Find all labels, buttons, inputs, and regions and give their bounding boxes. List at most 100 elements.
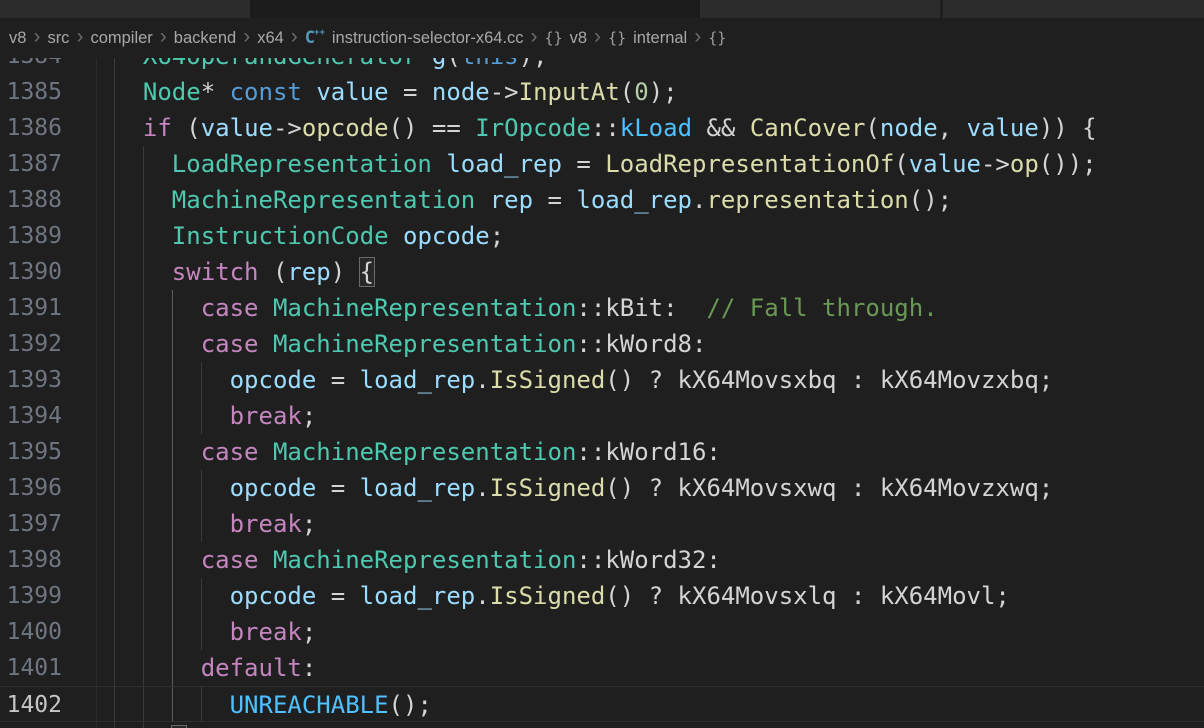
line-number[interactable]: 1389: [0, 218, 62, 254]
code-token-plain: () ==: [389, 114, 476, 142]
code-token-plain: (: [172, 114, 201, 142]
code-token-plain: [302, 78, 316, 106]
line-number[interactable]: 1386: [0, 110, 62, 146]
code-line-text: }: [114, 722, 186, 728]
code-line-row-1387[interactable]: 1387 LoadRepresentation load_rep = LoadR…: [0, 146, 1204, 182]
code-token-plain: .: [475, 582, 489, 610]
code-line-row-1401[interactable]: 1401 default:: [0, 650, 1204, 686]
line-number[interactable]: 1394: [0, 398, 62, 434]
code-token-plain: () ? kX64Movsxlq : kX64Movl;: [605, 582, 1010, 610]
code-token-type: MachineRepresentation: [172, 186, 475, 214]
tab-inactive-right-1[interactable]: [700, 0, 940, 18]
line-number[interactable]: 1392: [0, 326, 62, 362]
breadcrumb-separator-icon: ›: [236, 25, 257, 49]
code-line-text: opcode = load_rep.IsSigned() ? kX64Movsx…: [114, 470, 1053, 506]
code-token-type: MachineRepresentation: [273, 438, 576, 466]
code-line-row-1394[interactable]: 1394 break;: [0, 398, 1204, 434]
code-token-plain: [259, 330, 273, 358]
line-number[interactable]: 1398: [0, 542, 62, 578]
code-token-fn: opcode: [302, 114, 389, 142]
breadcrumb-item-x64[interactable]: x64: [257, 29, 284, 48]
breadcrumb-symbol-internal[interactable]: internal: [633, 29, 687, 48]
line-number[interactable]: 1388: [0, 182, 62, 218]
code-line-row-1391[interactable]: 1391 case MachineRepresentation::kBit: /…: [0, 290, 1204, 326]
code-line-row-1388[interactable]: 1388 MachineRepresentation rep = load_re…: [0, 182, 1204, 218]
line-number[interactable]: 1399: [0, 578, 62, 614]
code-line-text: LoadRepresentation load_rep = LoadRepres…: [114, 146, 1097, 182]
breadcrumb-item-v8[interactable]: v8: [9, 29, 26, 48]
line-number[interactable]: 1393: [0, 362, 62, 398]
code-line-row-1393[interactable]: 1393 opcode = load_rep.IsSigned() ? kX64…: [0, 362, 1204, 398]
code-token-plain: [114, 691, 230, 719]
code-token-type: MachineRepresentation: [273, 330, 576, 358]
tab-inactive-left[interactable]: [0, 0, 250, 18]
line-number[interactable]: 1395: [0, 434, 62, 470]
tab-active[interactable]: [250, 0, 700, 18]
code-token-plain: ::kWord8:: [576, 330, 706, 358]
code-line-row-1385[interactable]: 1385 Node* const value = node->InputAt(0…: [0, 74, 1204, 110]
breadcrumb-item-compiler[interactable]: compiler: [90, 29, 152, 48]
code-token-plain: *: [201, 78, 230, 106]
code-line-row-1386[interactable]: 1386 if (value->opcode() == IrOpcode::kL…: [0, 110, 1204, 146]
code-token-plain: ;: [302, 618, 316, 646]
code-token-plain: =: [562, 150, 605, 178]
code-line-text: break;: [114, 398, 316, 434]
breadcrumb-item-backend[interactable]: backend: [174, 29, 236, 48]
code-token-plain: ->: [981, 150, 1010, 178]
line-number[interactable]: [0, 722, 62, 728]
code-line-row-1392[interactable]: 1392 case MachineRepresentation::kWord8:: [0, 326, 1204, 362]
code-line-text: MachineRepresentation rep = load_rep.rep…: [114, 182, 952, 218]
code-line-row-1402[interactable]: 1402 UNREACHABLE();: [0, 686, 1204, 722]
code-token-plain: ::kWord16:: [576, 438, 721, 466]
code-line-text: InstructionCode opcode;: [114, 218, 504, 254]
line-number[interactable]: 1391: [0, 290, 62, 326]
code-token-plain: [114, 546, 201, 574]
code-token-plain: [389, 222, 403, 250]
breadcrumb-item-file[interactable]: instruction-selector-x64.cc: [332, 29, 524, 48]
code-line-row-1398[interactable]: 1398 case MachineRepresentation::kWord32…: [0, 542, 1204, 578]
code-token-type: MachineRepresentation: [273, 546, 576, 574]
breadcrumb-item-src[interactable]: src: [47, 29, 69, 48]
code-token-ctrl: case: [201, 546, 259, 574]
code-token-comment: // Fall through.: [706, 294, 937, 322]
tab-inactive-right-2[interactable]: [943, 0, 1204, 18]
code-line-row-1403[interactable]: }: [0, 722, 1204, 728]
code-token-ctrl: break: [230, 402, 302, 430]
line-number[interactable]: 1385: [0, 74, 62, 110]
code-token-plain: .: [475, 366, 489, 394]
code-token-var: opcode: [230, 474, 317, 502]
code-token-plain: .: [475, 474, 489, 502]
code-token-fn: CanCover: [750, 114, 866, 142]
line-number[interactable]: 1402: [0, 687, 62, 723]
code-token-plain: [259, 546, 273, 574]
line-number[interactable]: 1387: [0, 146, 62, 182]
line-number[interactable]: 1401: [0, 650, 62, 686]
code-line-row-1395[interactable]: 1395 case MachineRepresentation::kWord16…: [0, 434, 1204, 470]
code-line-row-1397[interactable]: 1397 break;: [0, 506, 1204, 542]
code-token-ctrl: switch: [172, 258, 259, 286]
line-number[interactable]: 1397: [0, 506, 62, 542]
code-line-row-1389[interactable]: 1389 InstructionCode opcode;: [0, 218, 1204, 254]
code-token-var: load_rep: [360, 366, 476, 394]
code-token-plain: );: [649, 78, 678, 106]
code-token-plain: ::kWord32:: [576, 546, 721, 574]
code-editor[interactable]: 1384 X64OperandGenerator g(this);1385 No…: [0, 0, 1204, 728]
code-line-row-1390[interactable]: 1390 switch (rep) {: [0, 254, 1204, 290]
line-number[interactable]: 1396: [0, 470, 62, 506]
code-line-row-1399[interactable]: 1399 opcode = load_rep.IsSigned() ? kX64…: [0, 578, 1204, 614]
code-line-text: if (value->opcode() == IrOpcode::kLoad &…: [114, 110, 1097, 146]
code-token-ctrl: default: [201, 654, 302, 682]
code-line-row-1400[interactable]: 1400 break;: [0, 614, 1204, 650]
code-token-ctrl: case: [201, 438, 259, 466]
line-number[interactable]: 1400: [0, 614, 62, 650]
code-token-var: node: [880, 114, 938, 142]
breadcrumb-symbol-v8[interactable]: v8: [570, 29, 587, 48]
code-token-plain: [114, 510, 230, 538]
code-token-plain: [114, 618, 230, 646]
code-token-ctrl: if: [143, 114, 172, 142]
code-line-text: case MachineRepresentation::kBit: // Fal…: [114, 290, 938, 326]
line-number[interactable]: 1390: [0, 254, 62, 290]
code-line-row-1396[interactable]: 1396 opcode = load_rep.IsSigned() ? kX64…: [0, 470, 1204, 506]
code-line-text: switch (rep) {: [114, 254, 374, 290]
code-token-fn: op: [1010, 150, 1039, 178]
